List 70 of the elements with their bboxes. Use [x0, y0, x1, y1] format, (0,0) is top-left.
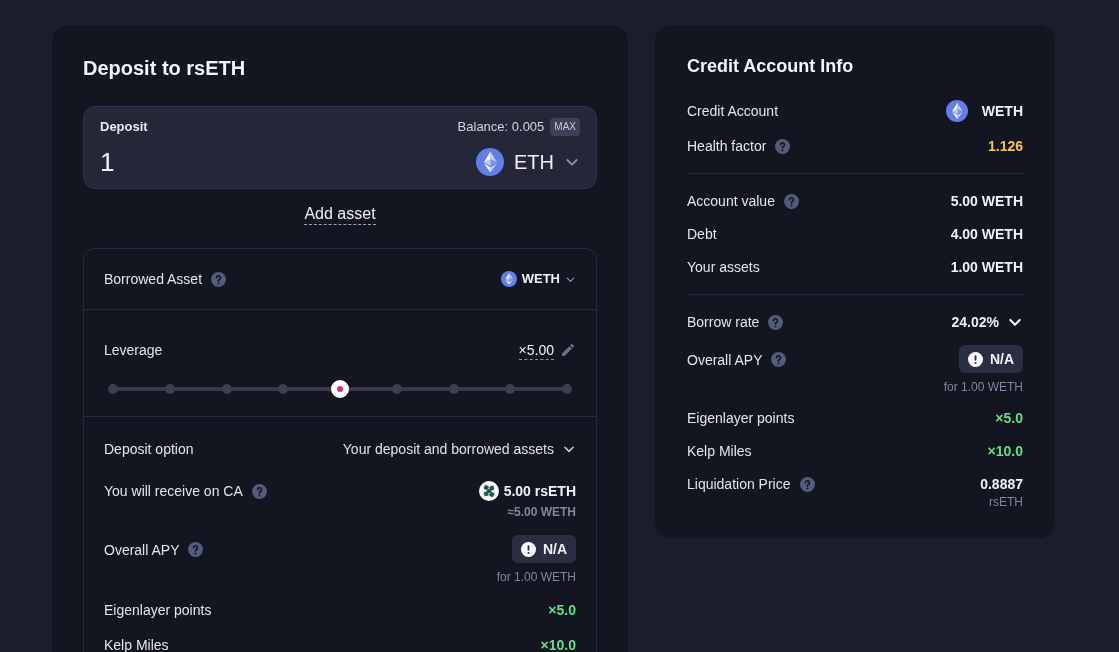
row-value: 0.8887 [980, 475, 1023, 494]
help-icon[interactable] [783, 193, 799, 209]
slider-thumb[interactable] [331, 380, 349, 398]
help-icon[interactable] [188, 542, 204, 557]
help-icon[interactable] [768, 314, 784, 330]
row-value: ×5.0 [995, 409, 1023, 428]
panel-title: Credit Account Info [687, 55, 855, 78]
row-label: Account value [687, 192, 775, 211]
slider-tick [505, 384, 516, 394]
help-icon[interactable] [799, 476, 815, 492]
row-value: 4.00 WETH [950, 225, 1023, 244]
warning-icon [967, 351, 983, 367]
option-select[interactable]: 24.02% [951, 312, 1023, 332]
slider-tick [278, 384, 289, 394]
row-value: 5.00 WETH [950, 192, 1023, 211]
row-subtext: for 1.00 WETH [943, 379, 1023, 395]
help-icon[interactable] [251, 483, 267, 499]
row-label: Overall APY [687, 350, 763, 370]
help-icon[interactable] [775, 138, 791, 154]
token-select[interactable]: WETH [500, 270, 576, 288]
token-select[interactable]: ETH [476, 148, 580, 176]
row-value: 1.126 [987, 137, 1023, 156]
row-label: Leverage [104, 341, 163, 360]
row-label: You will receive on CA [104, 482, 243, 501]
row-value: ×5.0 [548, 601, 576, 620]
row-label: Eigenlayer points [687, 409, 795, 428]
row-subtext: for 1.00 WETH [496, 569, 576, 585]
slider-tick [108, 384, 118, 394]
balance-text: Balance: 0.005 [457, 119, 545, 135]
row-label: Kelp Miles [687, 442, 752, 461]
row-value: ×10.0 [540, 636, 576, 652]
field-label: Deposit [100, 119, 148, 135]
help-icon[interactable] [211, 271, 227, 287]
row-label: Debt [687, 225, 717, 244]
slider-tick [448, 384, 459, 394]
pencil-icon[interactable] [560, 342, 576, 358]
leverage-value[interactable]: ×5.00 [518, 340, 554, 360]
token-logo-icon [478, 481, 499, 501]
apy-value: N/A [542, 540, 567, 559]
ethereum-icon [500, 271, 517, 287]
ethereum-icon [476, 148, 504, 176]
add-asset-link[interactable]: Add asset [304, 204, 376, 225]
slider-tick [221, 384, 232, 394]
row-label: Borrowed Asset [104, 270, 203, 289]
slider-tick [562, 384, 572, 394]
row-label: Liquidation Price [687, 475, 791, 494]
help-icon[interactable] [771, 352, 787, 367]
row-label: Health factor [687, 137, 767, 156]
ethereum-icon [945, 100, 968, 122]
row-value: WETH [981, 102, 1023, 121]
row-label: Borrow rate [687, 313, 760, 332]
row-label: Eigenlayer points [104, 601, 212, 620]
row-label: Deposit option [104, 440, 194, 459]
slider-tick [164, 384, 175, 394]
row-label: Kelp Miles [104, 636, 169, 652]
row-value: 5.00 rsETH [503, 482, 576, 501]
row-label: Overall APY [104, 540, 180, 560]
option-select[interactable]: Your deposit and borrowed assets [342, 439, 576, 459]
apy-value: N/A [989, 350, 1014, 369]
row-value: 1.00 WETH [950, 258, 1023, 277]
row-value: ×10.0 [987, 442, 1023, 461]
slider-tick [391, 384, 402, 394]
row-subtext: ≈5.00 WETH [507, 504, 576, 520]
row-label: Your assets [687, 258, 760, 277]
row-subtext: rsETH [989, 494, 1023, 510]
warning-icon [520, 541, 536, 557]
max-button[interactable]: MAX [550, 118, 580, 136]
row-label: Credit Account [687, 102, 779, 121]
amount-input-field[interactable]: 1 [100, 147, 476, 177]
panel-title: Deposit to rsETH [83, 56, 247, 80]
